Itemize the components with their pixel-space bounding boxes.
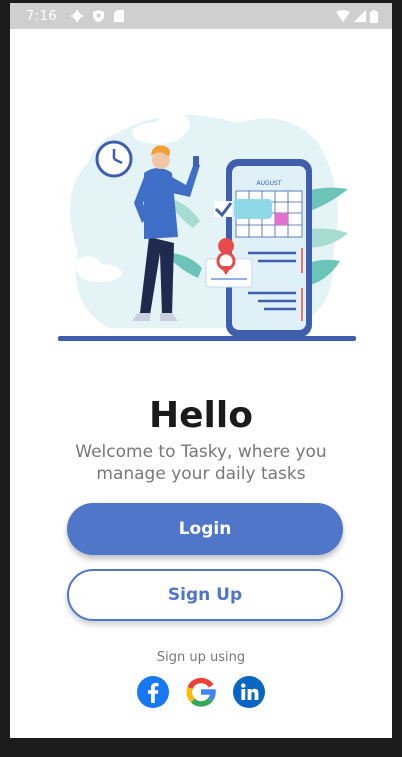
wifi-icon	[336, 10, 350, 22]
calendar-month-label: AUGUST	[256, 180, 281, 187]
app-screen: 7:16 AUGUST Hello Welcome to Tasky, wher…	[10, 3, 392, 738]
status-icons-right	[336, 9, 378, 23]
battery-icon	[370, 9, 378, 23]
welcome-subtitle: Welcome to Tasky, where you manage your …	[10, 441, 392, 485]
welcome-subtitle-line-2: manage your daily tasks	[96, 464, 306, 484]
status-icons-left	[71, 10, 125, 22]
welcome-title: Hello	[149, 395, 253, 436]
welcome-illustration: AUGUST	[58, 112, 356, 341]
status-bar: 7:16	[10, 3, 392, 29]
shield-icon	[93, 10, 105, 22]
status-time: 7:16	[26, 8, 58, 24]
sign-up-using-label: Sign up using	[156, 650, 246, 665]
sd-card-icon	[114, 10, 125, 22]
signal-icon	[354, 10, 366, 22]
gear-icon	[71, 10, 84, 22]
sign-up-button[interactable]: Sign Up	[67, 569, 343, 621]
linkedin-icon[interactable]	[232, 675, 266, 709]
welcome-subtitle-line-1: Welcome to Tasky, where you	[75, 442, 327, 462]
facebook-icon[interactable]	[136, 675, 170, 709]
google-icon[interactable]	[184, 675, 218, 709]
clock-icon	[95, 140, 133, 178]
login-button[interactable]: Login	[67, 503, 343, 555]
social-login-row	[10, 675, 392, 709]
device-frame: 7:16 AUGUST Hello Welcome to Tasky, wher…	[0, 0, 402, 757]
